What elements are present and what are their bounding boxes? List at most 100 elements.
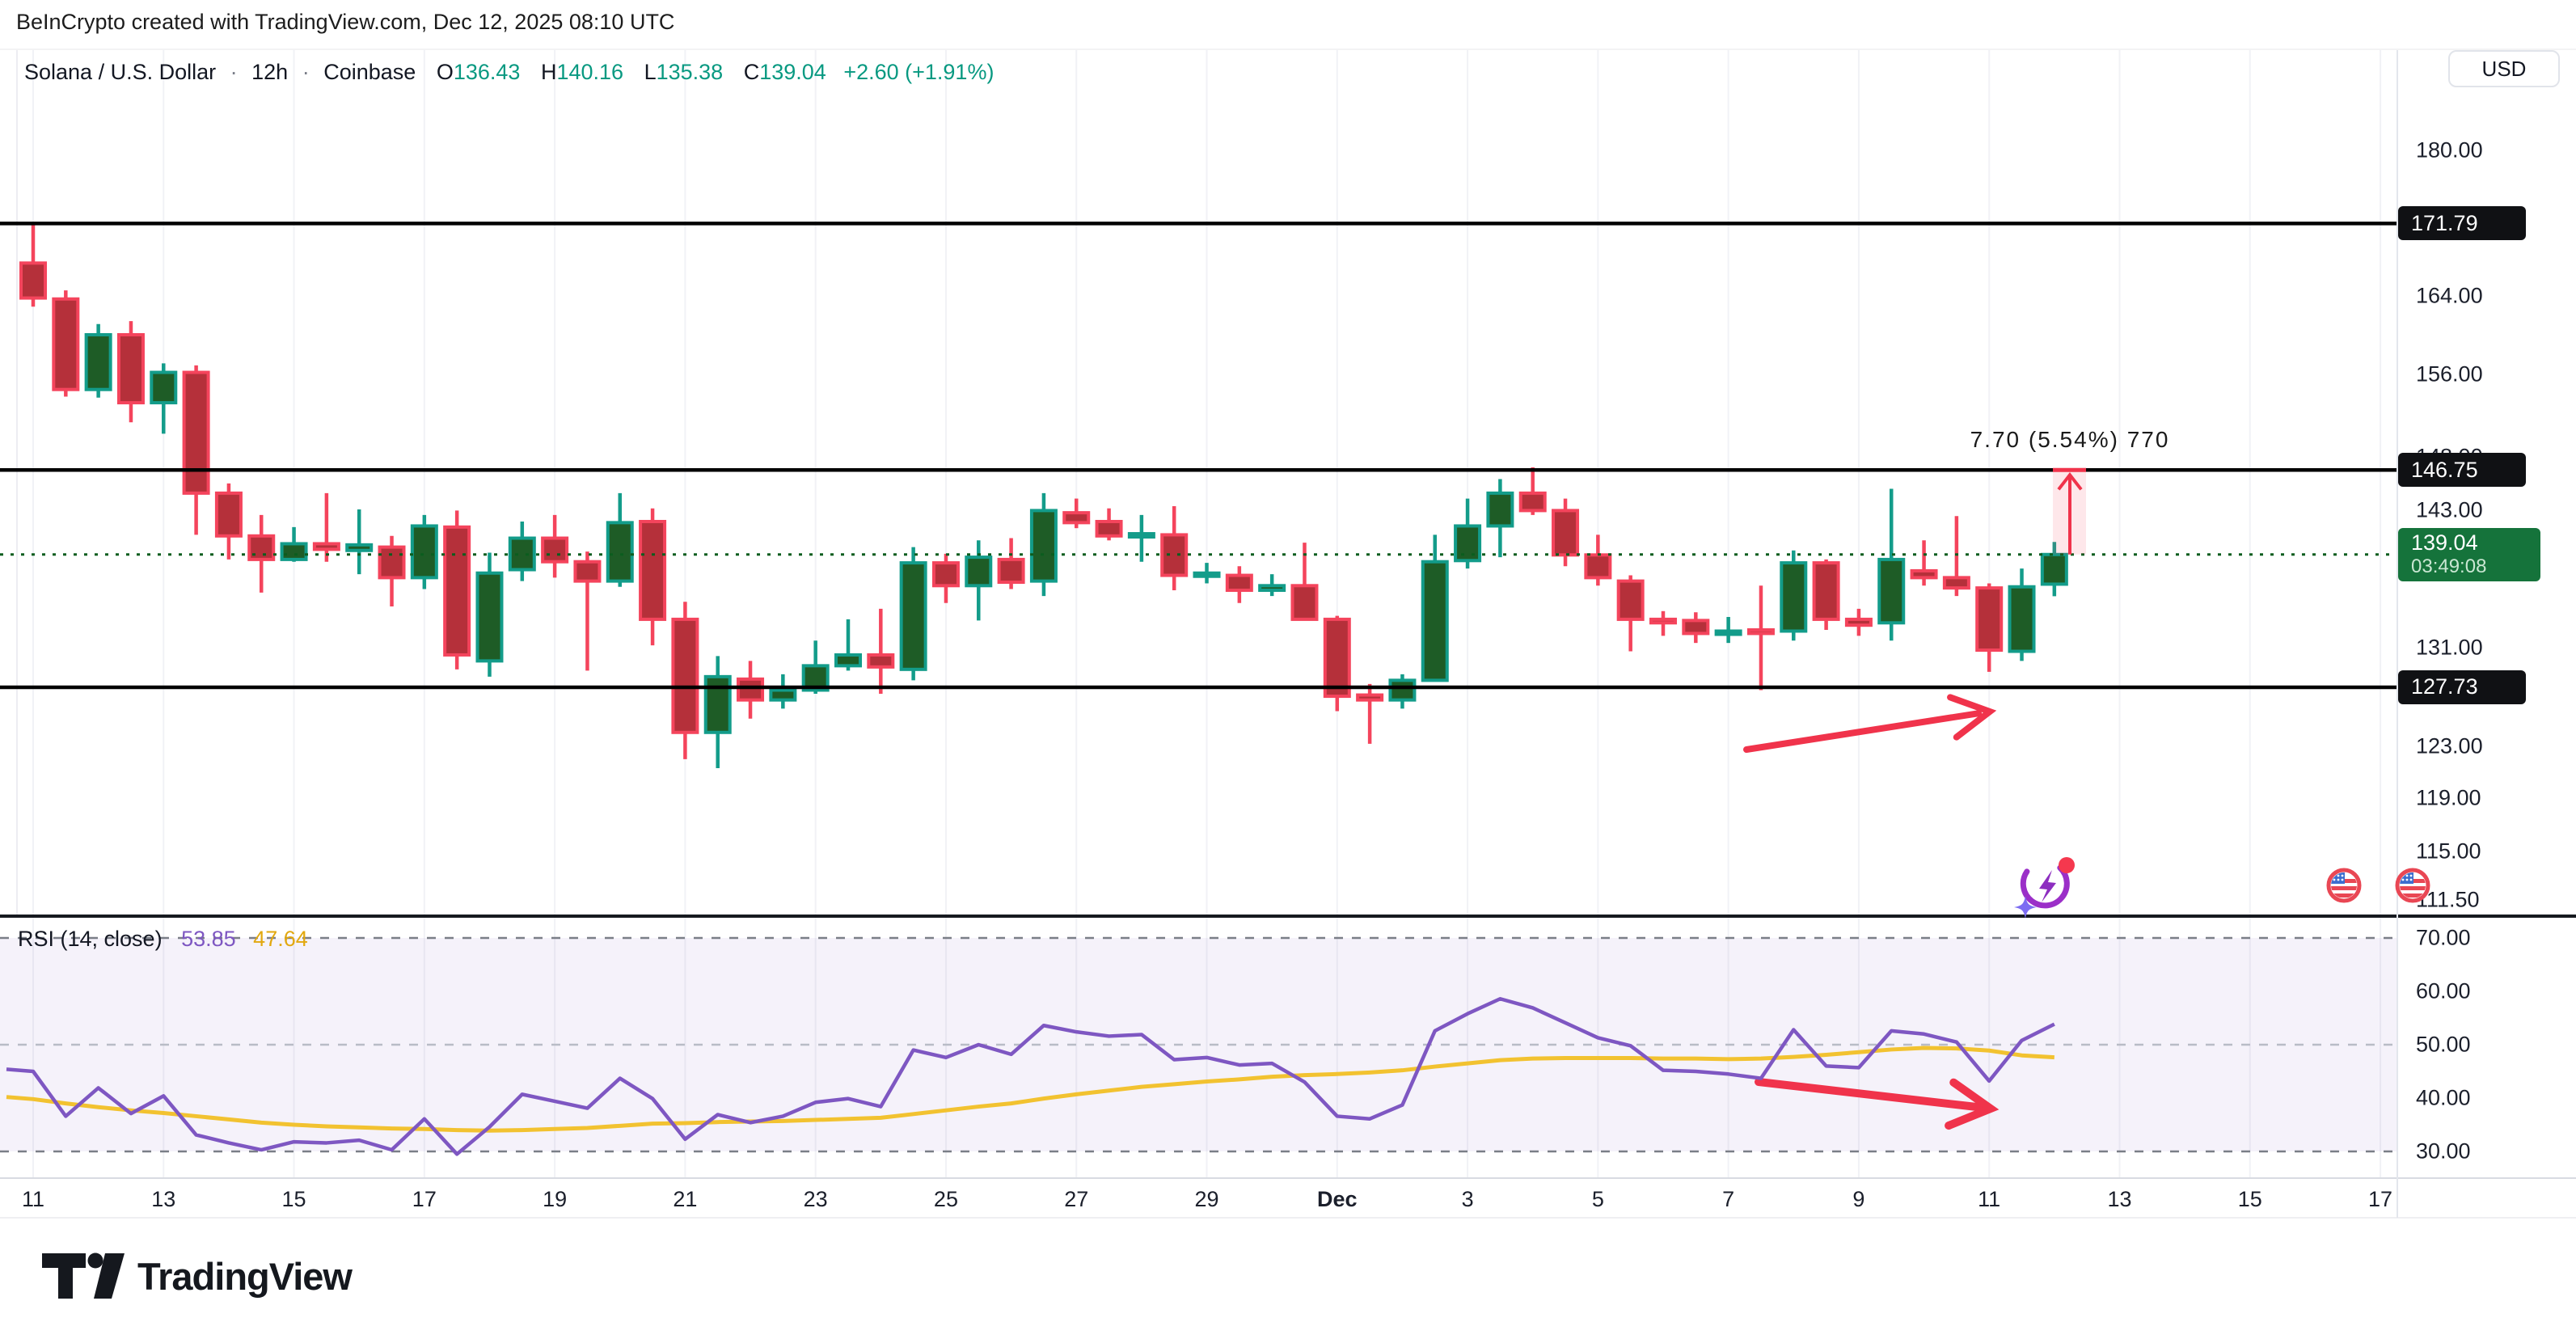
candle[interactable] — [412, 515, 437, 589]
candle[interactable] — [119, 321, 143, 422]
candle[interactable] — [1553, 499, 1577, 567]
candle[interactable] — [53, 290, 78, 396]
trend-arrow — [1746, 697, 1990, 750]
candle[interactable] — [1488, 479, 1512, 558]
chart-screenshot: BeInCrypto created with TradingView.com,… — [0, 0, 2576, 1318]
candle[interactable] — [771, 674, 795, 709]
candle[interactable] — [1521, 467, 1545, 515]
candle[interactable] — [1879, 489, 1903, 641]
rsi-ma-value: 47.64 — [253, 927, 308, 951]
candle[interactable] — [87, 324, 111, 398]
time-tick-label: 11 — [22, 1187, 44, 1212]
rsi-tick-label: 70.00 — [2416, 926, 2471, 951]
candle[interactable] — [347, 509, 371, 574]
symbol-title[interactable]: Solana / U.S. Dollar — [24, 60, 216, 84]
candle[interactable] — [477, 553, 501, 677]
candle[interactable] — [966, 540, 990, 620]
time-tick-label: 7 — [1722, 1187, 1734, 1212]
candle[interactable] — [445, 510, 469, 669]
time-tick-label: 25 — [934, 1187, 958, 1212]
candle[interactable] — [151, 363, 175, 433]
candle[interactable] — [1945, 516, 1969, 596]
price-tick-label: 164.00 — [2416, 284, 2483, 309]
candle[interactable] — [510, 522, 534, 581]
candle[interactable] — [217, 484, 241, 560]
tradingview-glyph-icon — [42, 1252, 126, 1300]
currency-usd-button[interactable]: USD — [2448, 50, 2560, 87]
measure-tool — [2053, 470, 2086, 554]
time-tick-label: 13 — [2107, 1187, 2131, 1212]
price-level-chip: 127.73 — [2398, 670, 2526, 704]
price-tick-label: 123.00 — [2416, 734, 2483, 759]
time-tick-label: 9 — [1852, 1187, 1864, 1212]
candle[interactable] — [1423, 534, 1447, 681]
candle[interactable] — [575, 551, 599, 670]
candle[interactable] — [1325, 616, 1349, 712]
interval-label[interactable]: 12h — [251, 60, 288, 84]
candle[interactable] — [2010, 568, 2034, 661]
current-price: 139.04 — [2411, 530, 2478, 555]
candle[interactable] — [868, 609, 893, 694]
candle[interactable] — [315, 493, 339, 562]
candle[interactable] — [184, 365, 209, 535]
candle[interactable] — [1717, 617, 1741, 643]
candle[interactable] — [1358, 684, 1382, 744]
rsi-legend[interactable]: RSI (14, close) 53.85 47.64 — [18, 927, 308, 952]
separator-dot: · — [230, 60, 238, 84]
change-value: +2.60 (+1.91%) — [843, 60, 994, 84]
candle[interactable] — [1097, 509, 1121, 541]
measure-annotation-text: 7.70 (5.54%) 770 — [1970, 427, 2170, 453]
candle[interactable] — [999, 539, 1024, 589]
time-tick-label: 23 — [804, 1187, 828, 1212]
candle[interactable] — [640, 509, 665, 645]
candle[interactable] — [1619, 576, 1643, 652]
low-value: 135.38 — [657, 60, 724, 84]
rsi-value: 53.85 — [181, 927, 236, 951]
candle[interactable] — [706, 656, 730, 768]
candle[interactable] — [934, 554, 958, 603]
candle[interactable] — [1749, 585, 1773, 690]
candle[interactable] — [1781, 551, 1805, 640]
candle[interactable] — [1227, 566, 1252, 602]
price-tick-label: 156.00 — [2416, 362, 2483, 387]
price-tick-label: 111.50 — [2416, 888, 2480, 913]
candle[interactable] — [1683, 612, 1708, 643]
candle[interactable] — [1195, 563, 1219, 583]
current-price-chip: 139.04 03:49:08 — [2398, 528, 2540, 581]
candle[interactable] — [282, 527, 306, 562]
time-tick-label: 15 — [2238, 1187, 2262, 1212]
candle[interactable] — [1977, 583, 2001, 671]
rsi-title: RSI (14, close) — [18, 927, 163, 951]
high-key: H — [541, 60, 557, 84]
candlestick-chart[interactable] — [0, 0, 2576, 1318]
rsi-tick-label: 50.00 — [2416, 1033, 2471, 1058]
candle[interactable] — [1814, 560, 1839, 630]
high-value: 140.16 — [556, 60, 623, 84]
candle[interactable] — [1064, 499, 1088, 529]
candle[interactable] — [21, 224, 45, 306]
candle[interactable] — [608, 493, 632, 587]
tradingview-logo[interactable]: TradingView — [42, 1252, 352, 1300]
candle[interactable] — [673, 602, 697, 759]
candle[interactable] — [1455, 499, 1480, 569]
symbol-info-bar[interactable]: Solana / U.S. Dollar · 12h · Coinbase O1… — [24, 60, 994, 85]
candle[interactable] — [380, 536, 404, 606]
candle[interactable] — [1651, 611, 1675, 636]
candle[interactable] — [836, 619, 860, 670]
candle[interactable] — [1260, 574, 1284, 596]
candle[interactable] — [1032, 493, 1056, 596]
close-key: C — [744, 60, 760, 84]
candle[interactable] — [902, 547, 926, 681]
price-tick-label: 119.00 — [2416, 786, 2481, 811]
time-tick-label: 15 — [282, 1187, 306, 1212]
open-value: 136.43 — [454, 60, 521, 84]
candle[interactable] — [1390, 674, 1414, 709]
candle[interactable] — [543, 515, 567, 578]
candle[interactable] — [1586, 534, 1610, 585]
candle[interactable] — [1847, 609, 1871, 636]
candle[interactable] — [1130, 515, 1154, 562]
tradingview-logo-text: TradingView — [137, 1254, 352, 1299]
candle[interactable] — [1162, 506, 1186, 590]
candle[interactable] — [738, 661, 762, 718]
candle[interactable] — [1912, 540, 1936, 585]
